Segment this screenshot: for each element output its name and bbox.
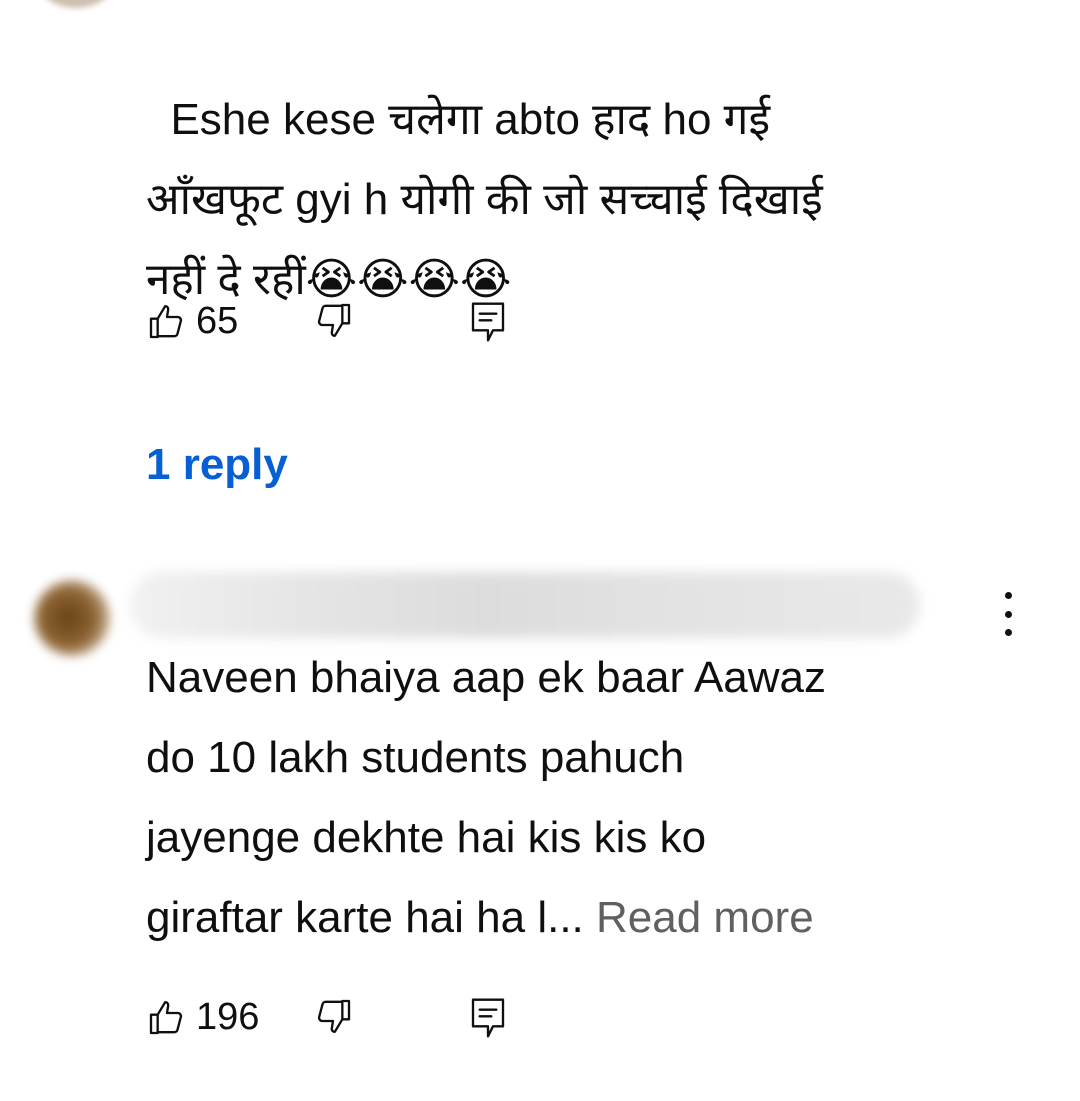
comment-actions: 196 [146, 996, 566, 1046]
like-button[interactable]: 196 [146, 996, 259, 1039]
like-button[interactable]: 65 [146, 300, 238, 343]
thumbs-down-icon [317, 303, 351, 337]
thumbs-down-icon [317, 999, 351, 1033]
more-vert-icon [1004, 592, 1012, 599]
comment-text: Naveen bhaiya aap ek baar Aawaz do 10 la… [146, 638, 1026, 958]
like-count: 65 [196, 300, 239, 342]
read-more-link[interactable]: Read more [596, 893, 814, 942]
dislike-button[interactable] [314, 996, 354, 1036]
comment-body: Eshe kese चलेगा abto हाद ho गई आँखफूट gy… [146, 95, 823, 304]
author-name-redacted[interactable] [130, 572, 920, 638]
thumbs-up-icon [149, 1000, 183, 1034]
more-vert-icon-dot [1004, 610, 1012, 618]
view-replies-link[interactable]: 1 reply [146, 440, 288, 490]
avatar[interactable] [34, 580, 110, 656]
more-options-button[interactable] [992, 592, 1024, 636]
reply-button[interactable] [468, 996, 508, 1040]
comment-text: Eshe kese चलेगा abto हाद ho गई आँखफूट gy… [146, 0, 1006, 320]
like-count: 196 [196, 996, 260, 1038]
comment-actions: 65 [146, 300, 566, 350]
dislike-button[interactable] [314, 300, 354, 340]
avatar[interactable] [40, 0, 112, 8]
more-vert-icon-dot [1004, 629, 1012, 636]
reply-button[interactable] [468, 300, 508, 344]
reply-icon [471, 302, 505, 342]
thumbs-up-icon [149, 304, 183, 338]
reply-icon [471, 998, 505, 1038]
